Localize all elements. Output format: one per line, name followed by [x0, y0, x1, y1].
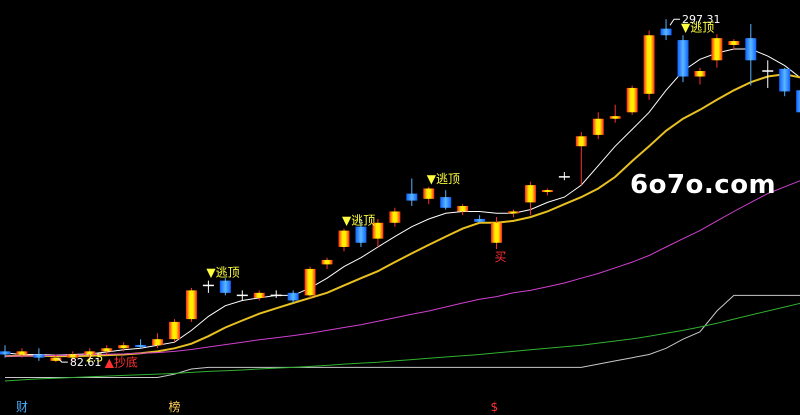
candle-body	[643, 35, 655, 94]
candle-body	[33, 354, 45, 358]
candle	[660, 19, 672, 41]
candle	[592, 112, 604, 140]
candle	[694, 67, 706, 85]
ma-line-1	[4, 73, 800, 358]
watermark: 6o7o.com	[630, 170, 777, 200]
candle	[677, 35, 689, 83]
candle-body	[575, 136, 587, 147]
candle-body	[338, 230, 350, 247]
annotation-note: 2.5	[86, 352, 104, 365]
candle-body	[457, 205, 469, 212]
candle-body	[253, 292, 265, 298]
candle-body	[491, 222, 503, 243]
candlestick-chart: 297.3182.61▼逃顶▼逃顶▼逃顶▼逃顶▲抄底买2.5	[0, 13, 800, 382]
candle-body	[779, 68, 791, 92]
bottom-marker: 财	[15, 400, 28, 414]
candle	[711, 34, 723, 68]
candle-body	[169, 321, 180, 340]
candle	[762, 60, 774, 88]
candle-body	[626, 87, 638, 113]
candle-body	[118, 345, 130, 349]
candle-body	[355, 226, 367, 243]
candle	[440, 190, 452, 210]
high-label-leader	[669, 18, 681, 26]
candle-body	[16, 351, 28, 355]
ma-line-2	[5, 179, 800, 357]
candle-body	[287, 292, 299, 301]
annotation-sell-signal: ▼逃顶	[342, 214, 375, 228]
candle-body	[321, 259, 333, 265]
candle-body	[660, 28, 672, 36]
bottom-marker: 榜	[168, 400, 181, 414]
ma-line-0	[4, 48, 800, 356]
candle	[135, 339, 147, 349]
candle	[236, 290, 248, 301]
candle	[321, 257, 333, 269]
candle	[643, 30, 655, 100]
candle	[508, 209, 519, 218]
annotation-buy-signal: ▲抄底	[105, 354, 138, 369]
candle	[169, 319, 180, 343]
candle-body	[406, 193, 418, 201]
candle-body	[219, 280, 231, 293]
candle-body	[389, 211, 401, 223]
candle	[202, 280, 214, 293]
candle	[33, 348, 45, 361]
candle-body	[423, 188, 435, 199]
candle	[541, 188, 553, 196]
candle-body	[694, 71, 706, 77]
annotation-sell-signal: ▼逃顶	[427, 172, 460, 186]
candle	[270, 290, 282, 298]
candle	[219, 278, 231, 296]
candle-body	[711, 38, 723, 61]
candle-body	[440, 197, 452, 208]
candle	[575, 132, 587, 186]
candle	[304, 266, 316, 298]
candle	[389, 207, 401, 227]
annotation-sell-signal: ▼逃顶	[681, 20, 714, 34]
candle-body	[592, 118, 604, 135]
candle	[779, 67, 791, 97]
annotations: 297.3182.61▼逃顶▼逃顶▼逃顶▼逃顶▲抄底买2.5	[57, 13, 721, 369]
candle	[474, 215, 486, 223]
candle	[796, 90, 800, 113]
candle-body	[508, 211, 519, 214]
candle	[423, 186, 435, 205]
candle	[185, 287, 197, 322]
candle-body	[541, 190, 553, 193]
candle	[626, 85, 638, 115]
candle-body	[677, 40, 689, 77]
candle	[728, 39, 740, 50]
candle-body	[185, 290, 197, 320]
candle	[457, 204, 469, 216]
candle-body	[728, 41, 740, 45]
candle	[609, 104, 621, 123]
candle	[406, 178, 418, 206]
candle	[558, 172, 570, 181]
candle-body	[152, 339, 164, 346]
annotation-sell-signal: ▼逃顶	[206, 266, 239, 280]
bottom-marker: $	[490, 400, 499, 414]
moving-average-lines	[4, 48, 800, 382]
candle-body	[135, 344, 147, 347]
candle-body	[745, 38, 757, 61]
candle-body	[796, 90, 800, 113]
candle	[338, 228, 350, 252]
candle-body	[524, 185, 536, 203]
candle	[745, 24, 757, 86]
candle-body	[609, 116, 621, 119]
candle-body	[474, 218, 486, 222]
candle-body	[304, 268, 316, 296]
annotation-buy-signal: 买	[495, 250, 507, 264]
candle-body	[0, 351, 11, 355]
